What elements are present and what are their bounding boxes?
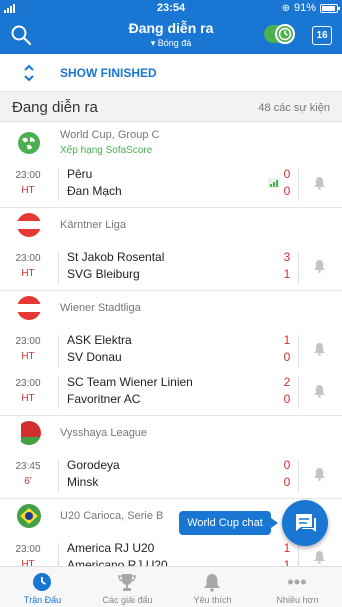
home-team: Gorodeya <box>67 458 120 472</box>
away-team: Đan Mạch <box>67 184 122 198</box>
home-score: 0 <box>283 167 291 181</box>
away-team: Favoritner AC <box>67 392 141 406</box>
show-finished-row[interactable]: SHOW FINISHED <box>0 54 342 92</box>
league-row[interactable]: World Cup, Group C Xếp hạng SofaScore <box>0 126 342 166</box>
status-bar: 23:54 ⊕ 91% <box>0 0 342 16</box>
world-cup-chat-label[interactable]: World Cup chat <box>179 511 278 535</box>
home-score: 2 <box>283 375 291 389</box>
match-row[interactable]: 23:00 HT Pêru Đan Mạch 0 0 <box>0 167 342 207</box>
trophy-icon <box>118 574 136 591</box>
home-team: St Jakob Rosental <box>67 250 165 264</box>
austria-flag-icon <box>17 296 41 320</box>
bell-icon <box>204 574 220 592</box>
bottom-nav: Trận Đấu Các giải đấu Yêu thích Nhiều hơ… <box>0 566 342 607</box>
app-header: Đang diễn ra ▾ Bóng đá 16 <box>0 16 342 54</box>
league-row[interactable]: Kärntner Liga <box>0 208 342 242</box>
away-score: 0 <box>283 184 291 198</box>
home-score: 1 <box>283 333 291 347</box>
league-row[interactable]: Vysshaya League <box>0 416 342 450</box>
calendar-icon[interactable]: 16 <box>312 26 332 45</box>
chat-icon <box>296 514 316 532</box>
match-time: 23:00 <box>15 336 41 347</box>
away-team: SV Donau <box>67 350 122 364</box>
belarus-flag-icon <box>17 421 41 445</box>
away-score: 0 <box>283 350 291 364</box>
event-count: 48 các sự kiện <box>258 102 330 114</box>
match-row[interactable]: 23:00 HT ASK Elektra SV Donau 1 0 <box>0 333 342 373</box>
clock-icon <box>275 24 295 44</box>
home-score: 3 <box>283 250 291 264</box>
league-name: World Cup, Group C <box>60 129 160 141</box>
match-row[interactable]: 23:00 HT SC Team Wiener Linien Favoritne… <box>0 375 342 415</box>
globe-icon <box>18 132 40 154</box>
brazil-flag-icon <box>17 504 41 528</box>
bell-icon[interactable] <box>313 467 326 481</box>
nav-matches[interactable]: Trận Đấu <box>0 567 85 607</box>
match-time: 23:00 <box>15 378 41 389</box>
match-time: 23:00 <box>15 253 41 264</box>
match-row[interactable]: 23:00 HT St Jakob Rosental SVG Bleiburg … <box>0 250 342 290</box>
match-time: 23:45 <box>15 461 41 472</box>
battery-icon <box>320 3 340 13</box>
match-status: HT <box>21 185 35 196</box>
match-row[interactable]: 23:45 6' Gorodeya Minsk 0 0 <box>0 458 342 498</box>
nav-leagues[interactable]: Các giải đấu <box>85 567 170 607</box>
section-header: Đang diễn ra 48 các sự kiện <box>0 92 342 122</box>
austria-flag-icon <box>17 213 41 237</box>
match-time: 23:00 <box>15 544 41 555</box>
away-score: 1 <box>283 267 291 281</box>
match-status: HT <box>21 393 35 404</box>
league-row[interactable]: Wiener Stadtliga <box>0 291 342 325</box>
bell-icon[interactable] <box>313 384 326 398</box>
nav-label: Các giải đấu <box>102 595 153 605</box>
stats-icon <box>268 178 280 188</box>
nav-label: Nhiều hơn <box>276 595 319 605</box>
home-team: SC Team Wiener Linien <box>67 375 193 389</box>
bell-icon[interactable] <box>313 550 326 564</box>
match-time: 23:00 <box>15 170 41 181</box>
ranking-link[interactable]: Xếp hạng SofaScore <box>60 145 152 156</box>
away-score: 0 <box>283 475 291 489</box>
clock-icon <box>33 573 51 591</box>
nav-label: Yêu thích <box>193 595 232 605</box>
section-title: Đang diễn ra <box>12 99 98 116</box>
home-team: America RJ U20 <box>67 541 155 555</box>
match-status: 6' <box>24 476 32 487</box>
battery-percent: 91% <box>293 2 316 14</box>
league-name: U20 Carioca, Serie B <box>60 510 164 522</box>
live-toggle[interactable] <box>264 24 295 44</box>
bell-icon[interactable] <box>313 176 326 190</box>
match-status: HT <box>21 351 35 362</box>
league-name: Kärntner Liga <box>60 219 127 231</box>
more-dots-icon <box>288 579 306 585</box>
expand-arrows-icon <box>24 64 34 82</box>
league-name: Wiener Stadtliga <box>60 302 141 314</box>
away-score: 0 <box>283 392 291 406</box>
nav-more[interactable]: Nhiều hơn <box>255 567 340 607</box>
away-team: Minsk <box>67 475 99 489</box>
home-score: 0 <box>283 458 291 472</box>
match-status: HT <box>21 268 35 279</box>
away-team: SVG Bleiburg <box>67 267 140 281</box>
show-finished-button[interactable]: SHOW FINISHED <box>60 66 157 80</box>
bell-icon[interactable] <box>313 342 326 356</box>
alarm-icon: ⊕ <box>281 2 290 14</box>
bell-icon[interactable] <box>313 259 326 273</box>
nav-favorites[interactable]: Yêu thích <box>170 567 255 607</box>
nav-label: Trận Đấu <box>23 595 62 605</box>
home-team: ASK Elektra <box>67 333 132 347</box>
league-name: Vysshaya League <box>60 427 148 439</box>
home-team: Pêru <box>67 167 93 181</box>
chat-button[interactable] <box>282 500 328 546</box>
